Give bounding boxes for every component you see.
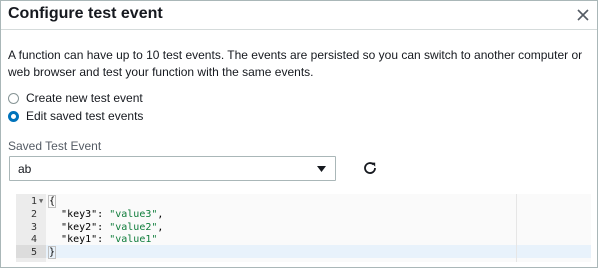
- editor-line: 2 "key3": "value3",: [16, 208, 591, 221]
- edit-saved-radio[interactable]: [8, 110, 19, 122]
- code-text: }: [47, 246, 57, 259]
- line-number: 2: [30, 209, 37, 220]
- dialog-header: Configure test event: [1, 1, 597, 30]
- editor-line: 4 "key1": "value1": [16, 233, 591, 246]
- close-icon: [577, 9, 589, 21]
- create-new-test-event-option[interactable]: Create new test event: [8, 90, 143, 106]
- saved-test-event-value: ab: [18, 162, 32, 176]
- saved-test-event-label: Saved Test Event: [8, 139, 102, 153]
- edit-saved-test-events-option[interactable]: Edit saved test events: [8, 108, 143, 124]
- line-number: 4: [30, 234, 37, 245]
- refresh-icon: [364, 162, 376, 174]
- create-new-radio[interactable]: [8, 92, 19, 104]
- code-text: "key3": "value3",: [61, 209, 164, 220]
- code-text: {: [47, 195, 57, 208]
- dialog-description: A function can have up to 10 test events…: [8, 48, 583, 79]
- close-button[interactable]: [573, 5, 593, 25]
- saved-test-event-select[interactable]: ab: [9, 156, 336, 181]
- fold-arrow-icon[interactable]: ▼: [39, 195, 43, 208]
- refresh-button[interactable]: [361, 159, 379, 177]
- configure-test-event-dialog: Configure test event A function can have…: [0, 0, 598, 268]
- editor-line: 5 }: [16, 246, 591, 259]
- line-number: 1: [30, 196, 37, 207]
- event-json-editor[interactable]: 1 ▼ { 2 "key3": "value3", 3 "key2": "val…: [16, 194, 591, 262]
- edit-saved-label: Edit saved test events: [26, 109, 144, 123]
- editor-line: 1 ▼ {: [16, 195, 591, 208]
- line-number: 5: [30, 247, 37, 258]
- code-text: "key1": "value1": [61, 234, 158, 245]
- dialog-title: Configure test event: [8, 5, 163, 22]
- caret-down-icon: [317, 166, 326, 172]
- create-new-label: Create new test event: [26, 91, 143, 105]
